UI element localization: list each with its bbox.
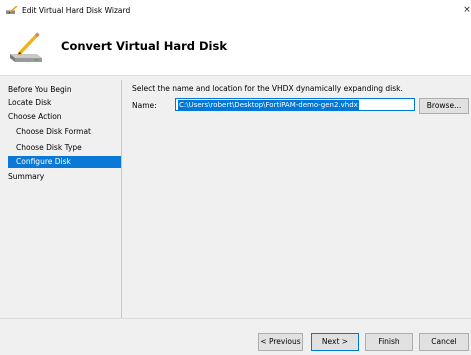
finish-button[interactable]: Finish (365, 333, 413, 351)
nav-step-choose-disk-format[interactable]: Choose Disk Format (8, 126, 121, 138)
nav-step-choose-action[interactable]: Choose Action (8, 111, 121, 123)
page-title: Convert Virtual Hard Disk (61, 39, 227, 53)
wizard-disk-icon (6, 6, 18, 14)
nav-step-locate-disk[interactable]: Locate Disk (8, 97, 121, 109)
previous-button[interactable]: < Previous (258, 333, 303, 351)
close-button[interactable]: × (460, 3, 471, 17)
virtual-disk-pen-icon (10, 32, 42, 62)
next-button[interactable]: Next > (311, 333, 359, 351)
instruction-text: Select the name and location for the VHD… (132, 84, 403, 93)
nav-step-choose-disk-type[interactable]: Choose Disk Type (8, 142, 121, 154)
nav-step-configure-disk[interactable]: Configure Disk (8, 156, 121, 168)
footer-divider (0, 318, 471, 319)
wizard-steps-nav: Before You Begin Locate Disk Choose Acti… (8, 80, 121, 320)
cancel-button[interactable]: Cancel (419, 333, 469, 351)
window-title: Edit Virtual Hard Disk Wizard (22, 6, 131, 15)
nav-step-before-you-begin[interactable]: Before You Begin (8, 84, 121, 96)
name-label: Name: (132, 101, 157, 110)
vhdx-path-value: C:\Users\robert\Desktop\FortiPAM-demo-ge… (178, 100, 359, 110)
browse-button[interactable]: Browse... (419, 98, 469, 114)
nav-step-summary[interactable]: Summary (8, 171, 121, 183)
nav-divider (121, 80, 122, 318)
header-divider (0, 75, 471, 76)
vhdx-path-input[interactable]: C:\Users\robert\Desktop\FortiPAM-demo-ge… (175, 98, 415, 111)
